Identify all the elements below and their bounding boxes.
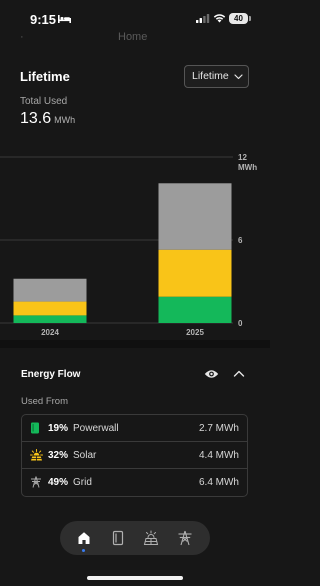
active-tab-indicator (82, 549, 85, 552)
grid-tower-icon (31, 476, 41, 488)
x-tick-label: 2024 (41, 328, 59, 337)
scrolled-header-title: Home (118, 31, 148, 43)
battery-level: 40 (229, 13, 248, 24)
section-divider (0, 340, 270, 348)
powerwall-icon[interactable] (110, 530, 126, 546)
energy-source-list: 19% Powerwall 2.7 MWh 32% Solar 4.4 MWh … (21, 414, 248, 497)
eye-icon[interactable] (204, 369, 219, 379)
source-percent: 19% (48, 423, 69, 434)
wifi-icon (213, 14, 226, 23)
total-used-label: Total Used (20, 96, 68, 107)
energy-flow-title: Energy Flow (21, 369, 81, 380)
home-indicator (87, 576, 183, 580)
sleep-focus-icon (58, 15, 71, 23)
source-row-powerwall[interactable]: 19% Powerwall 2.7 MWh (22, 415, 247, 442)
scrolled-header-fragment: · (20, 31, 24, 43)
total-used-value: 13.6 MWh (20, 110, 75, 128)
total-used-number: 13.6 (20, 110, 52, 127)
y-tick-label: 12 (238, 153, 247, 162)
chevron-down-icon (234, 74, 243, 80)
solar-panel-icon[interactable] (143, 530, 159, 546)
chevron-up-icon[interactable] (233, 369, 245, 379)
source-value: 6.4 MWh (198, 477, 239, 488)
powerwall-icon (31, 422, 39, 434)
bar-segment-grid-2024 (13, 278, 87, 302)
status-time: 9:15 (30, 12, 57, 27)
source-value: 2.7 MWh (198, 423, 239, 434)
bar-segment-solar-2024 (13, 301, 87, 316)
bar-segment-grid-2025 (158, 183, 232, 250)
range-dropdown[interactable]: Lifetime (184, 65, 249, 88)
source-row-grid[interactable]: 49% Grid 6.4 MWh (22, 469, 247, 496)
y-tick-label: 0 (238, 319, 243, 328)
source-name: Solar (73, 450, 97, 461)
source-name: Grid (73, 477, 92, 488)
source-percent: 32% (48, 450, 69, 461)
source-value: 4.4 MWh (198, 450, 239, 461)
solar-icon (30, 449, 43, 461)
screen: 9:15 40 · Home Lifetime Lifetime Total U… (0, 0, 270, 586)
used-from-label: Used From (21, 396, 68, 407)
source-percent: 49% (48, 477, 69, 488)
x-tick-label: 2025 (186, 328, 204, 337)
usage-bar-chart: 0 6 12MWh 2024 2025 (0, 153, 257, 337)
cellular-signal-icon (196, 14, 210, 23)
bottom-nav (60, 521, 210, 555)
bar-segment-solar-2025 (158, 249, 232, 297)
home-icon[interactable] (76, 530, 92, 546)
y-unit-label: MWh (238, 163, 257, 172)
range-dropdown-label: Lifetime (192, 70, 229, 82)
bar-segment-powerwall-2024 (13, 315, 87, 323)
section-title: Lifetime (20, 69, 70, 84)
total-used-unit: MWh (54, 115, 76, 125)
source-name: Powerwall (73, 423, 119, 434)
grid-tower-icon[interactable] (177, 530, 193, 546)
bar-segment-powerwall-2025 (158, 296, 232, 323)
battery-nub (249, 16, 251, 21)
y-tick-label: 6 (238, 236, 243, 245)
source-row-solar[interactable]: 32% Solar 4.4 MWh (22, 442, 247, 469)
